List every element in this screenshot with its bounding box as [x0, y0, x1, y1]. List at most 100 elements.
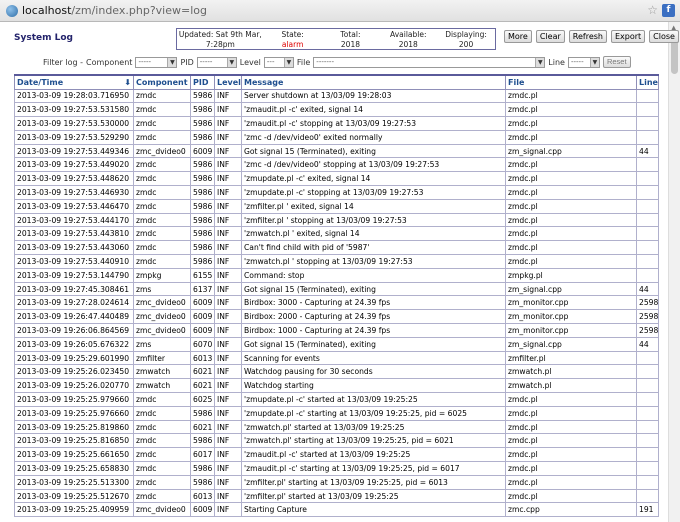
column-header-message[interactable]: Message — [241, 74, 506, 90]
cell-level: INF — [214, 502, 242, 518]
log-table-body: 2013-03-09 19:28:03.716950 zmdc 5986 INF Ser… — [14, 88, 659, 518]
cell-level: INF — [214, 226, 242, 242]
extension-icon[interactable]: f — [662, 4, 675, 17]
cell-pid: 6013 — [190, 350, 215, 366]
cell-line — [636, 267, 659, 283]
log-row: 2013-03-09 19:25:25.409959 zmc_dvideo0 600… — [14, 502, 659, 518]
cell-component: zmdc — [133, 240, 191, 256]
chevron-down-icon: ▼ — [283, 57, 293, 67]
cell-pid: 6025 — [190, 392, 215, 407]
log-row: 2013-03-09 19:27:53.446470 zmdc 5986 INF'zm… — [14, 198, 659, 214]
component-filter-select[interactable]: ----- ▼ — [135, 56, 178, 68]
cell-pid: 5986 — [190, 171, 215, 187]
cell-component: zmc_dvideo0 — [133, 323, 191, 338]
page-scrollbar[interactable]: ▲ — [668, 22, 680, 522]
log-row: 2013-03-09 19:27:53.449346 zmc_dvideo0 600… — [14, 143, 659, 159]
cell-line — [636, 364, 659, 380]
status-updated-time: 7:28pm — [205, 40, 235, 49]
file-filter-value: ------- — [316, 57, 334, 66]
status-state-label: State: — [281, 30, 304, 39]
cell-message: Got signal 15 (Terminated), exiting — [241, 336, 506, 352]
column-header-line[interactable]: Line — [636, 74, 659, 90]
filter-label: Filter log - — [43, 57, 83, 67]
cell-file: zmdc.pl — [505, 488, 637, 504]
cell-level: INF — [214, 116, 242, 131]
cell-datetime: 2013-03-09 19:26:06.864569 — [14, 323, 134, 338]
component-filter-label: Component — [85, 57, 133, 67]
cell-file: zmdc.pl — [505, 226, 637, 242]
cell-message: 'zmaudit.pl -c' started at 13/03/09 19:2… — [241, 447, 506, 463]
cell-message: 'zmwatch.pl ' exited, signal 14 — [241, 226, 506, 242]
column-header-level[interactable]: Level — [214, 74, 242, 90]
cell-line — [636, 226, 659, 242]
log-row: 2013-03-09 19:25:25.979660 zmdc 6025 INF'zm… — [14, 392, 659, 407]
cell-message: 'zmwatch.pl' started at 13/03/09 19:25:2… — [241, 419, 506, 435]
cell-pid: 5986 — [190, 198, 215, 214]
pid-filter-select[interactable]: ----- ▼ — [196, 56, 237, 68]
cell-pid: 6021 — [190, 419, 215, 435]
cell-line — [636, 433, 659, 449]
line-filter-label: Line — [548, 57, 565, 67]
cell-component: zmdc — [133, 198, 191, 214]
bookmark-star-icon[interactable]: ☆ — [647, 3, 658, 17]
level-filter-select[interactable]: --- ▼ — [263, 56, 294, 68]
log-row: 2013-03-09 19:26:06.864569 zmc_dvideo0 600… — [14, 323, 659, 338]
log-action-buttons: More Clear Refresh Export Close — [504, 30, 679, 43]
status-total: Total: 2018 — [322, 29, 380, 49]
refresh-button[interactable]: Refresh — [568, 30, 607, 43]
close-button[interactable]: Close — [649, 30, 679, 43]
clear-button[interactable]: Clear — [535, 30, 565, 43]
status-displaying-value: 200 — [458, 40, 474, 49]
cell-line — [636, 350, 659, 366]
cell-datetime: 2013-03-09 19:27:53.446470 — [14, 198, 134, 214]
log-row: 2013-03-09 19:25:25.658830 zmdc 5986 INF'zm… — [14, 461, 659, 476]
cell-message: 'zmupdate.pl -c' exited, signal 14 — [241, 171, 506, 187]
cell-component: zmc_dvideo0 — [133, 502, 191, 518]
column-header-component[interactable]: Component — [133, 74, 191, 90]
column-header-file[interactable]: File — [505, 74, 637, 90]
log-row: 2013-03-09 19:26:47.440489 zmc_dvideo0 600… — [14, 309, 659, 325]
cell-level: INF — [214, 378, 242, 394]
browser-url-bar[interactable]: localhost/zm/index.php?view=log ☆ f — [0, 0, 680, 22]
cell-line — [636, 461, 659, 476]
cell-component: zmdc — [133, 488, 191, 504]
cell-datetime: 2013-03-09 19:27:53.446930 — [14, 185, 134, 200]
cell-message: Birdbox: 3000 - Capturing at 24.39 fps — [241, 295, 506, 311]
cell-component: zmdc — [133, 102, 191, 118]
cell-file: zmfilter.pl — [505, 350, 637, 366]
cell-datetime: 2013-03-09 19:25:25.513300 — [14, 474, 134, 490]
cell-component: zmc_dvideo0 — [133, 309, 191, 325]
log-table-header-row: Date/Time ⬇ Component PID Level Message F… — [14, 74, 659, 90]
url-host: localhost — [22, 4, 72, 17]
cell-level: INF — [214, 143, 242, 159]
line-filter-select[interactable]: ----- ▼ — [567, 56, 600, 68]
cell-message: Server shutdown at 13/03/09 19:28:03 — [241, 88, 506, 104]
column-header-pid[interactable]: PID — [190, 74, 215, 90]
cell-file: zmdc.pl — [505, 254, 637, 269]
cell-message: 'zmwatch.pl ' stopping at 13/03/09 19:27… — [241, 254, 506, 269]
globe-icon — [6, 5, 18, 17]
cell-datetime: 2013-03-09 19:25:25.409959 — [14, 502, 134, 518]
cell-level: INF — [214, 419, 242, 435]
cell-level: INF — [214, 171, 242, 187]
column-header-datetime[interactable]: Date/Time ⬇ — [14, 74, 134, 90]
cell-datetime: 2013-03-09 19:25:25.976660 — [14, 405, 134, 421]
log-row: 2013-03-09 19:25:25.512670 zmdc 6013 INF'zm… — [14, 488, 659, 504]
cell-file: zm_monitor.cpp — [505, 309, 637, 325]
cell-level: INF — [214, 254, 242, 269]
cell-pid: 5986 — [190, 254, 215, 269]
cell-message: 'zmaudit.pl -c' exited, signal 14 — [241, 102, 506, 118]
cell-component: zmdc — [133, 212, 191, 228]
file-filter-select[interactable]: ------- ▼ — [313, 56, 546, 68]
cell-pid: 6017 — [190, 447, 215, 463]
cell-pid: 5986 — [190, 405, 215, 421]
more-button[interactable]: More — [504, 30, 532, 43]
cell-message: Watchdog starting — [241, 378, 506, 394]
log-row: 2013-03-09 19:27:53.440910 zmdc 5986 INF'zm… — [14, 254, 659, 269]
export-button[interactable]: Export — [610, 30, 646, 43]
status-updated: Updated: Sat 9th Mar, 7:28pm — [177, 29, 264, 49]
cell-message: Birdbox: 1000 - Capturing at 24.39 fps — [241, 323, 506, 338]
reset-button[interactable]: Reset — [602, 56, 631, 68]
url-text[interactable]: localhost/zm/index.php?view=log — [22, 4, 207, 17]
cell-line — [636, 254, 659, 269]
